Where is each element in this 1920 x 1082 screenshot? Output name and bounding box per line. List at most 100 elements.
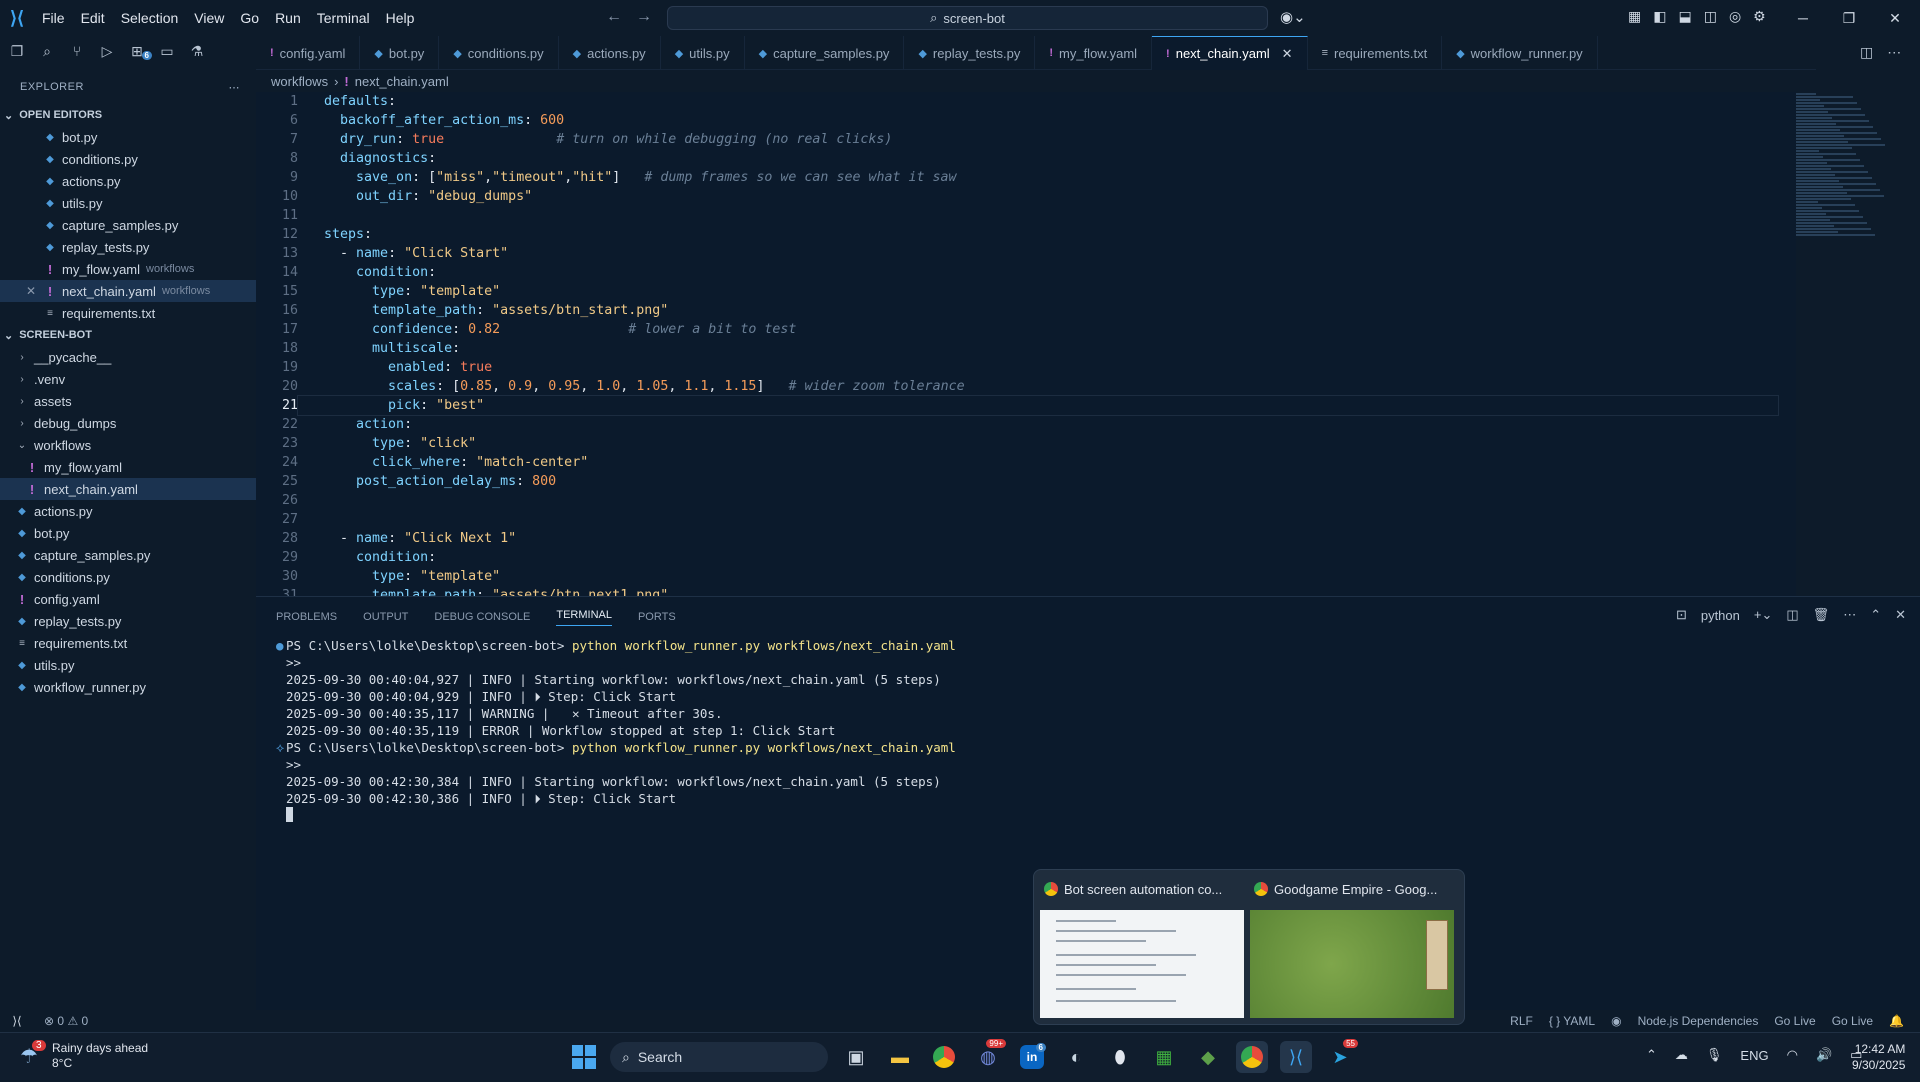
tree-file-item[interactable]: ≡ requirements.txt xyxy=(0,632,256,654)
wifi-icon[interactable]: ◠ xyxy=(1787,1047,1798,1063)
account-icon[interactable]: ◎ xyxy=(1729,8,1741,25)
panel-more-icon[interactable]: ⋯ xyxy=(1843,607,1856,623)
close-window-icon[interactable]: ✕ xyxy=(1872,0,1918,36)
customize-layout-icon[interactable]: ▦ xyxy=(1628,8,1641,25)
terminal-name[interactable]: python xyxy=(1701,608,1740,623)
minimize-icon[interactable]: ─ xyxy=(1780,0,1826,36)
tree-file-item[interactable]: ◆ utils.py xyxy=(0,654,256,676)
toggle-sidebar-icon[interactable]: ◧ xyxy=(1653,8,1666,25)
command-center-search[interactable]: ⌕ screen-bot xyxy=(667,6,1268,30)
tab-capture-samples-py[interactable]: ◆ capture_samples.py xyxy=(745,36,905,70)
tab-replay-tests-py[interactable]: ◆ replay_tests.py xyxy=(904,36,1036,70)
linkedin-icon[interactable]: in 6 xyxy=(1020,1043,1046,1069)
taskbar-search[interactable]: ⌕ Search xyxy=(610,1042,828,1072)
onedrive-icon[interactable]: ☁ xyxy=(1675,1047,1688,1063)
run-debug-icon[interactable]: ▷ xyxy=(98,43,116,60)
open-editor-item[interactable]: ◆ conditions.py xyxy=(0,148,256,170)
open-editor-item[interactable]: ◆ capture_samples.py xyxy=(0,214,256,236)
menu-help[interactable]: Help xyxy=(378,10,423,26)
tab-my-flow-yaml[interactable]: ! my_flow.yaml xyxy=(1035,36,1153,70)
back-arrow-icon[interactable]: ← xyxy=(606,8,622,26)
open-editor-item[interactable]: ◆ actions.py xyxy=(0,170,256,192)
restore-icon[interactable]: ❐ xyxy=(1826,0,1872,36)
steam-icon[interactable]: ◐ xyxy=(1060,1041,1092,1073)
menu-run[interactable]: Run xyxy=(267,10,309,26)
tab-conditions-py[interactable]: ◆ conditions.py xyxy=(439,36,559,70)
notifications-bell-icon[interactable]: 🔔 xyxy=(1889,1014,1904,1028)
extensions-icon[interactable]: ⊞ 6 xyxy=(128,43,152,60)
tree-file-item[interactable]: ◆ bot.py xyxy=(0,522,256,544)
tab-actions-py[interactable]: ◆ actions.py xyxy=(559,36,661,70)
close-tab-icon[interactable]: ✕ xyxy=(1282,46,1293,62)
search-view-icon[interactable]: ⌕ xyxy=(38,43,56,60)
telegram-icon[interactable]: ➤ 55 xyxy=(1324,1039,1358,1073)
open-editor-item[interactable]: ! my_flow.yaml workflows xyxy=(0,258,256,280)
tree-file-item[interactable]: ◆ replay_tests.py xyxy=(0,610,256,632)
folder-item[interactable]: › .venv xyxy=(0,368,256,390)
open-editor-item[interactable]: ✕! next_chain.yaml workflows xyxy=(0,280,256,302)
explorer-icon[interactable]: ❐ xyxy=(8,43,26,60)
forward-arrow-icon[interactable]: → xyxy=(636,8,652,26)
more-actions-icon[interactable]: ⋯ xyxy=(1887,44,1901,61)
status-go-live-1[interactable]: Go Live xyxy=(1774,1014,1815,1028)
maximize-panel-icon[interactable]: ⌃ xyxy=(1870,607,1881,623)
chevron-up-icon[interactable]: ⌃ xyxy=(1646,1047,1657,1063)
new-terminal-icon[interactable]: +⌄ xyxy=(1754,607,1772,623)
tree-file-item[interactable]: ! next_chain.yaml xyxy=(0,478,256,500)
open-editor-item[interactable]: ◆ replay_tests.py xyxy=(0,236,256,258)
panel-tab-ports[interactable]: PORTS xyxy=(638,611,676,623)
breadcrumb-file[interactable]: next_chain.yaml xyxy=(355,74,449,89)
split-editor-icon[interactable]: ◫ xyxy=(1860,44,1873,61)
breadcrumb-folder[interactable]: workflows xyxy=(271,74,328,89)
remote-explorer-icon[interactable]: ▭ xyxy=(158,43,176,60)
windows-start-icon[interactable] xyxy=(572,1045,596,1069)
minimap[interactable] xyxy=(1796,92,1906,262)
menu-go[interactable]: Go xyxy=(232,10,267,26)
testing-icon[interactable]: ⚗ xyxy=(188,43,206,60)
copilot-status-icon[interactable]: ◉ xyxy=(1611,1014,1621,1028)
volume-icon[interactable]: 🔊 xyxy=(1816,1047,1832,1063)
microphone-icon[interactable]: 🎙 xyxy=(1706,1047,1723,1063)
tab-bot-py[interactable]: ◆ bot.py xyxy=(360,36,440,70)
folder-item[interactable]: ⌄ workflows xyxy=(0,434,256,456)
mouse-app-icon[interactable]: ⬮ xyxy=(1104,1041,1136,1073)
tree-file-item[interactable]: ◆ workflow_runner.py xyxy=(0,676,256,698)
minecraft-launcher-icon[interactable]: ◆ xyxy=(1192,1041,1224,1073)
tree-file-item[interactable]: ! my_flow.yaml xyxy=(0,456,256,478)
code-editor[interactable]: 1 defaults: 6 backoff_after_action_ms: 600… xyxy=(256,92,1796,596)
tab-next-chain-yaml[interactable]: ! next_chain.yaml ✕ xyxy=(1152,36,1308,70)
status-language[interactable]: { } YAML xyxy=(1549,1014,1595,1028)
clock[interactable]: 12:42 AM 9/30/2025 xyxy=(1852,1041,1905,1073)
panel-tab-output[interactable]: OUTPUT xyxy=(363,611,408,623)
project-header[interactable]: ⌄ SCREEN-BOT xyxy=(0,324,256,346)
copilot-icon[interactable]: ◉⌄ xyxy=(1280,8,1306,26)
status-node-deps[interactable]: Node.js Dependencies xyxy=(1638,1014,1759,1028)
language-indicator[interactable]: ENG xyxy=(1740,1048,1768,1063)
preview-window-2[interactable]: Goodgame Empire - Goog... xyxy=(1250,876,1454,1020)
menu-file[interactable]: File xyxy=(34,10,73,26)
open-editor-item[interactable]: ◆ bot.py xyxy=(0,126,256,148)
task-view-icon[interactable]: ▣ xyxy=(840,1041,872,1073)
remote-indicator-icon[interactable]: ⟩⟨ xyxy=(0,1010,34,1032)
chrome-icon[interactable] xyxy=(928,1041,960,1073)
folder-item[interactable]: › __pycache__ xyxy=(0,346,256,368)
split-terminal-icon[interactable]: ◫ xyxy=(1786,607,1798,623)
weather-widget[interactable]: ☂ 3 Rainy days ahead 8°C xyxy=(20,1040,148,1071)
open-editor-item[interactable]: ◆ utils.py xyxy=(0,192,256,214)
tree-file-item[interactable]: ! config.yaml xyxy=(0,588,256,610)
minecraft-icon[interactable]: ▦ xyxy=(1148,1041,1180,1073)
kill-terminal-icon[interactable]: 🗑 xyxy=(1813,607,1830,623)
tree-file-item[interactable]: ◆ conditions.py xyxy=(0,566,256,588)
toggle-panel-icon[interactable]: ⬓ xyxy=(1678,8,1691,25)
source-control-icon[interactable]: ⑂ xyxy=(68,43,86,59)
toggle-secondary-sidebar-icon[interactable]: ◫ xyxy=(1704,8,1717,25)
chrome-profile-icon[interactable] xyxy=(1236,1041,1268,1073)
panel-tab-problems[interactable]: PROBLEMS xyxy=(276,611,337,623)
folder-item[interactable]: › assets xyxy=(0,390,256,412)
terminal-output[interactable]: ● PS C:\Users\lolke\Desktop\screen-bot> p… xyxy=(256,637,1920,824)
panel-tab-debug-console[interactable]: DEBUG CONSOLE xyxy=(434,611,530,623)
open-editor-item[interactable]: ≡ requirements.txt xyxy=(0,302,256,324)
menu-terminal[interactable]: Terminal xyxy=(309,10,378,26)
status-eol[interactable]: RLF xyxy=(1510,1014,1533,1028)
tree-file-item[interactable]: ◆ capture_samples.py xyxy=(0,544,256,566)
